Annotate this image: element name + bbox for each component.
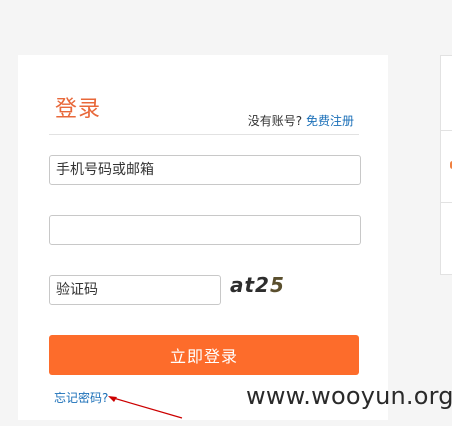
side-panel-divider (441, 130, 452, 131)
captcha-input[interactable] (49, 275, 221, 305)
captcha-text-tail: 5 (269, 273, 285, 297)
watermark: www.wooyun.org (246, 382, 452, 410)
side-panel-divider (441, 202, 452, 203)
captcha-text: at2 (230, 273, 270, 297)
login-title: 登录 (55, 97, 102, 122)
password-input[interactable] (49, 215, 361, 245)
register-link[interactable]: 免费注册 (306, 114, 354, 128)
login-button[interactable]: 立即登录 (49, 335, 359, 375)
side-panel (440, 55, 452, 275)
account-input[interactable] (49, 155, 361, 185)
title-divider (49, 134, 359, 135)
login-card: 登录 没有账号? 免费注册 at25 立即登录 忘记密码? (18, 55, 388, 420)
no-account-text: 没有账号? (247, 114, 303, 128)
captcha-image[interactable]: at25 (230, 273, 285, 297)
register-prompt: 没有账号? 免费注册 (248, 112, 354, 129)
annotation-arrow-icon (108, 396, 183, 419)
